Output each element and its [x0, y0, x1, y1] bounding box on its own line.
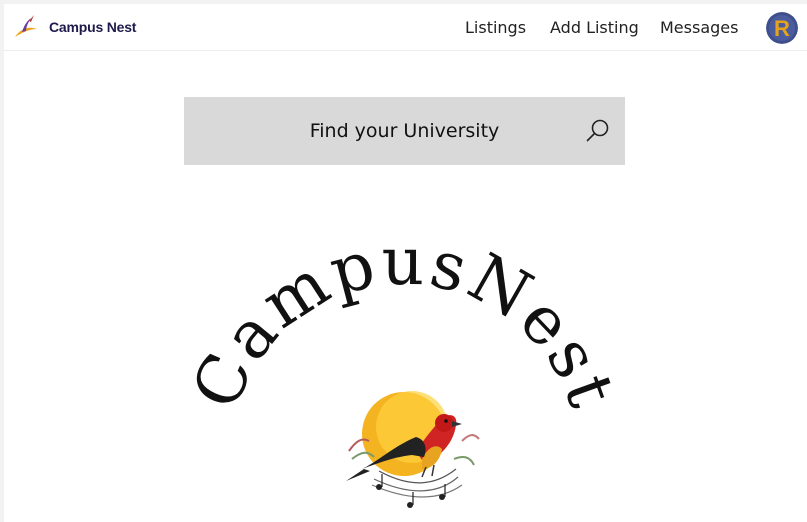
avatar[interactable]: R	[766, 12, 798, 44]
campusnest-logo: CampusNest	[177, 223, 631, 508]
brand-link[interactable]: Campus Nest	[13, 13, 136, 41]
search-bar	[184, 97, 625, 165]
nav-listings[interactable]: Listings	[465, 18, 526, 37]
bird-logo-icon	[15, 15, 37, 37]
page: Campus Nest Listings Add Listing Message…	[4, 4, 807, 522]
brand-name: Campus Nest	[49, 19, 137, 35]
avatar-initial: R	[774, 16, 790, 41]
avatar-icon: R	[766, 12, 798, 44]
red-bird-illustration	[346, 391, 480, 508]
search-icon[interactable]	[585, 118, 611, 144]
search-input[interactable]	[184, 97, 625, 165]
top-navbar: Campus Nest Listings Add Listing Message…	[4, 4, 807, 51]
nav-messages[interactable]: Messages	[660, 18, 738, 37]
nav-add-listing[interactable]: Add Listing	[550, 18, 639, 37]
logo-arc-text: CampusNest	[177, 223, 631, 420]
